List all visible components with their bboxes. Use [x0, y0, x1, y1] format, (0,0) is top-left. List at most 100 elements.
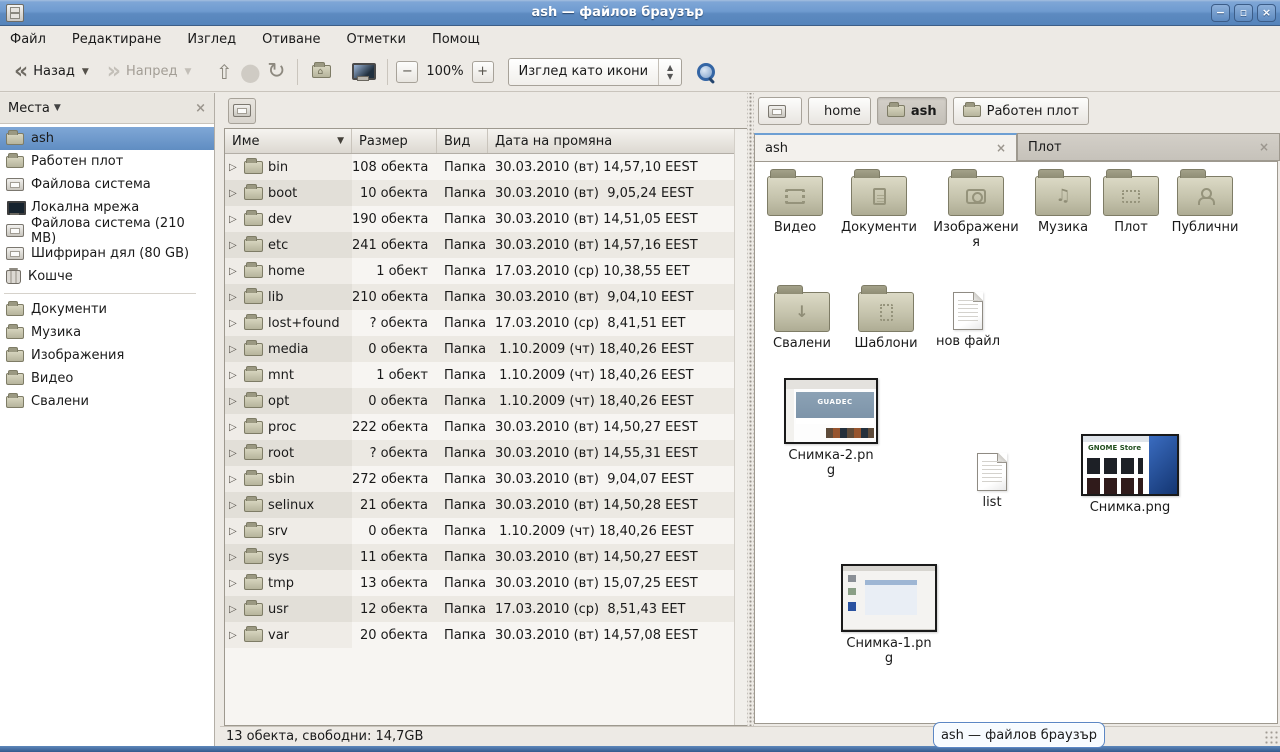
file-icon-item[interactable]: GNOME Store Снимка.png [1079, 434, 1181, 515]
menu-item[interactable]: Изглед [187, 32, 236, 47]
table-row[interactable]: ▷ dev 190 обекта Папка 30.03.2010 (вт) 1… [225, 206, 734, 232]
column-header-kind[interactable]: Вид [437, 129, 488, 153]
table-row[interactable]: ▷ proc 222 обекта Папка 30.03.2010 (вт) … [225, 414, 734, 440]
maximize-button[interactable]: ▫ [1234, 4, 1253, 22]
sidebar-item[interactable]: Документи [0, 298, 214, 321]
file-icon-item[interactable]: ↓ Свалени [769, 284, 835, 351]
table-row[interactable]: ▷ usr 12 обекта Папка 17.03.2010 (ср) 8,… [225, 596, 734, 622]
computer-button[interactable] [345, 60, 379, 84]
column-header-size[interactable]: Размер [352, 129, 437, 153]
sidebar-item[interactable]: ash [0, 127, 214, 150]
taskbar-window-button[interactable]: ash — файлов браузър [933, 722, 1105, 748]
view-mode-select[interactable]: Изглед като икони ▲▼ [508, 58, 683, 86]
path-button[interactable] [758, 97, 802, 125]
table-row[interactable]: ▷ bin 108 обекта Папка 30.03.2010 (вт) 1… [225, 154, 734, 180]
back-button[interactable]: « Назад ▼ [8, 60, 95, 84]
up-icon[interactable]: ⇧ [211, 60, 237, 84]
minimize-button[interactable]: − [1211, 4, 1230, 22]
back-dropdown-icon[interactable]: ▼ [82, 67, 89, 77]
path-button[interactable]: home [808, 97, 871, 125]
menu-item[interactable]: Отметки [346, 32, 405, 47]
sidebar-item[interactable]: Файлова система [0, 173, 214, 196]
expander-icon[interactable]: ▷ [229, 422, 239, 433]
tab[interactable]: ash × [754, 133, 1017, 161]
close-button[interactable]: × [1257, 4, 1276, 22]
file-icon-item[interactable]: list [961, 447, 1023, 510]
file-icon-item[interactable]: Видео [765, 168, 825, 235]
tab-close-icon[interactable]: × [996, 141, 1006, 155]
menu-item[interactable]: Помощ [432, 32, 480, 47]
table-row[interactable]: ▷ media 0 обекта Папка 1.10.2009 (чт) 18… [225, 336, 734, 362]
zoom-in-button[interactable]: + [472, 61, 494, 83]
expander-icon[interactable]: ▷ [229, 396, 239, 407]
table-row[interactable]: ▷ etc 241 обекта Папка 30.03.2010 (вт) 1… [225, 232, 734, 258]
table-row[interactable]: ▷ sys 11 обекта Папка 30.03.2010 (вт) 14… [225, 544, 734, 570]
expander-icon[interactable]: ▷ [229, 344, 239, 355]
expander-icon[interactable]: ▷ [229, 474, 239, 485]
sidebar-item[interactable]: Шифриран дял (80 GB) [0, 242, 214, 265]
file-icon-item[interactable]: Плот [1103, 168, 1159, 235]
sidebar-item[interactable]: Файлова система (210 MB) [0, 219, 214, 242]
column-header-name[interactable]: Име ▼ [225, 129, 352, 153]
sidebar-item[interactable]: Изображения [0, 344, 214, 367]
tab-close-icon[interactable]: × [1259, 140, 1269, 154]
table-row[interactable]: ▷ lib 210 обекта Папка 30.03.2010 (вт) 9… [225, 284, 734, 310]
table-row[interactable]: ▷ var 20 обекта Папка 30.03.2010 (вт) 14… [225, 622, 734, 648]
expander-icon[interactable]: ▷ [229, 188, 239, 199]
expander-icon[interactable]: ▷ [229, 214, 239, 225]
forward-button[interactable]: » Напред ▼ [101, 60, 198, 84]
sidebar-item[interactable] [0, 288, 214, 298]
sidebar-item[interactable]: Видео [0, 367, 214, 390]
root-path-button[interactable] [228, 98, 256, 124]
search-icon[interactable] [696, 62, 716, 82]
table-row[interactable]: ▷ opt 0 обекта Папка 1.10.2009 (чт) 18,4… [225, 388, 734, 414]
table-row[interactable]: ▷ home 1 обект Папка 17.03.2010 (ср) 10,… [225, 258, 734, 284]
icon-view-canvas[interactable]: Видео Документи Изображения [754, 161, 1278, 724]
expander-icon[interactable]: ▷ [229, 526, 239, 537]
expander-icon[interactable]: ▷ [229, 292, 239, 303]
sidebar-item[interactable]: Работен плот [0, 150, 214, 173]
path-button[interactable]: ash [877, 97, 947, 125]
home-button[interactable]: ⌂ [306, 62, 337, 81]
expander-icon[interactable]: ▷ [229, 370, 239, 381]
table-row[interactable]: ▷ tmp 13 обекта Папка 30.03.2010 (вт) 15… [225, 570, 734, 596]
expander-icon[interactable]: ▷ [229, 318, 239, 329]
table-row[interactable]: ▷ sbin 272 обекта Папка 30.03.2010 (вт) … [225, 466, 734, 492]
expander-icon[interactable]: ▷ [229, 162, 239, 173]
table-row[interactable]: ▷ root ? обекта Папка 30.03.2010 (вт) 14… [225, 440, 734, 466]
places-selector[interactable]: Места [8, 101, 50, 116]
file-icon-item[interactable]: Публични [1167, 168, 1243, 235]
expander-icon[interactable]: ▷ [229, 448, 239, 459]
table-row[interactable]: ▷ srv 0 обекта Папка 1.10.2009 (чт) 18,4… [225, 518, 734, 544]
expander-icon[interactable]: ▷ [229, 630, 239, 641]
menu-item[interactable]: Редактиране [72, 32, 161, 47]
table-row[interactable]: ▷ boot 10 обекта Папка 30.03.2010 (вт) 9… [225, 180, 734, 206]
table-row[interactable]: ▷ mnt 1 обект Папка 1.10.2009 (чт) 18,40… [225, 362, 734, 388]
places-chevron-icon[interactable]: ▼ [54, 103, 61, 113]
expander-icon[interactable]: ▷ [229, 604, 239, 615]
sidebar-item[interactable]: Свалени [0, 390, 214, 413]
path-button[interactable]: Работен плот [953, 97, 1089, 125]
file-icon-item[interactable]: Снимка-1.png [839, 564, 939, 666]
view-mode-spinner-icon[interactable]: ▲▼ [659, 63, 681, 81]
sidebar-item[interactable]: Кошче [0, 265, 214, 288]
menu-item[interactable]: Отиване [262, 32, 320, 47]
file-icon-item[interactable]: Изображения [933, 168, 1019, 250]
file-icon-item[interactable]: Шаблони [851, 284, 921, 351]
table-row[interactable]: ▷ lost+found ? обекта Папка 17.03.2010 (… [225, 310, 734, 336]
file-icon-item[interactable]: GUADEC Снимка-2.png [783, 378, 879, 478]
expander-icon[interactable]: ▷ [229, 240, 239, 251]
tab[interactable]: Плот × [1017, 133, 1280, 161]
resize-grip[interactable] [1264, 730, 1278, 744]
expander-icon[interactable]: ▷ [229, 266, 239, 277]
zoom-out-button[interactable]: − [396, 61, 418, 83]
reload-icon[interactable]: ↻ [263, 59, 289, 84]
file-icon-item[interactable]: нов файл [935, 286, 1001, 349]
file-icon-item[interactable]: Документи [831, 168, 927, 235]
vertical-scrollbar[interactable] [734, 129, 747, 725]
column-header-date[interactable]: Дата на промяна [488, 129, 734, 153]
file-icon-item[interactable]: ♫ Музика [1029, 168, 1097, 235]
expander-icon[interactable]: ▷ [229, 500, 239, 511]
expander-icon[interactable]: ▷ [229, 578, 239, 589]
table-row[interactable]: ▷ selinux 21 обекта Папка 30.03.2010 (вт… [225, 492, 734, 518]
